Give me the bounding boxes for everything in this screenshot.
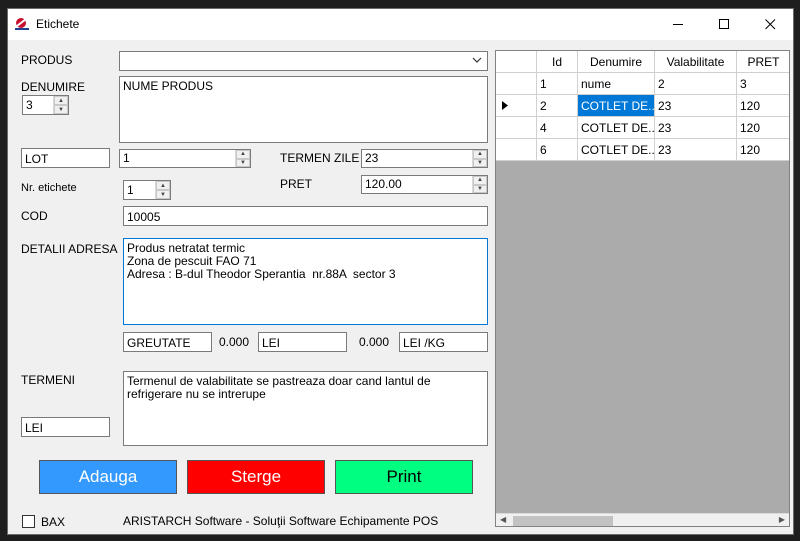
column-header-id[interactable]: Id [537, 51, 578, 73]
row-header[interactable] [496, 117, 537, 139]
lei-kg-box[interactable]: LEI /KG [399, 332, 488, 352]
table-row[interactable]: 4 COTLET DE... 23 120 [496, 117, 789, 139]
termen-zile-value: 23 [365, 151, 379, 165]
nr-etichete-stepper[interactable]: 1 ▲ ▼ [123, 180, 171, 200]
lei-box[interactable]: LEI [258, 332, 347, 352]
scroll-left-icon[interactable]: ◀ [500, 515, 506, 524]
cell-denumire[interactable]: COTLET DE... [578, 139, 655, 161]
spin-down-icon[interactable]: ▼ [54, 105, 68, 114]
column-header-pret[interactable]: PRET [737, 51, 789, 73]
credits-text: ARISTARCH Software - Soluţii Software Ec… [123, 514, 439, 528]
spin-up-icon[interactable]: ▲ [473, 150, 487, 159]
row-header-corner [496, 51, 537, 73]
cell-pret[interactable]: 120 [737, 95, 789, 117]
cell-denumire[interactable]: COTLET DE... [578, 117, 655, 139]
stepper-arrows: ▲ ▼ [472, 176, 487, 193]
row-header[interactable] [496, 95, 537, 117]
title-bar: Etichete [8, 9, 793, 40]
lot-value: 1 [123, 151, 130, 165]
minimize-button[interactable] [655, 9, 701, 40]
pret-label: PRET [280, 177, 313, 191]
denumire-label: DENUMIRE [21, 80, 86, 94]
cell-denumire[interactable]: nume [578, 73, 655, 95]
spin-up-icon[interactable]: ▲ [156, 181, 170, 190]
lot-stepper[interactable]: 1 ▲ ▼ [119, 149, 251, 168]
column-header-valabilitate[interactable]: Valabilitate [655, 51, 737, 73]
lei-value: 0.000 [358, 335, 389, 349]
print-button[interactable]: Print [335, 460, 473, 494]
spin-down-icon[interactable]: ▼ [236, 158, 250, 167]
termeni-label: TERMENI [21, 373, 75, 387]
window-title: Etichete [36, 17, 80, 31]
cell-valabilitate[interactable]: 23 [655, 139, 737, 161]
cell-pret[interactable]: 120 [737, 117, 789, 139]
row-header[interactable] [496, 73, 537, 95]
adauga-button[interactable]: Adauga [39, 460, 177, 494]
sterge-button[interactable]: Sterge [187, 460, 325, 494]
stepper-arrows: ▲ ▼ [53, 96, 68, 114]
denumire-count-stepper[interactable]: 3 ▲ ▼ [22, 95, 69, 115]
cell-valabilitate[interactable]: 2 [655, 73, 737, 95]
detalii-adresa-textarea[interactable]: Produs netratat termic Zona de pescuit F… [123, 238, 488, 325]
cell-id[interactable]: 1 [537, 73, 578, 95]
cell-valabilitate[interactable]: 23 [655, 95, 737, 117]
table-row[interactable]: 2 COTLET DE... 23 120 [496, 95, 789, 117]
close-icon [764, 19, 775, 30]
scroll-right-icon[interactable]: ▶ [779, 515, 785, 524]
stepper-arrows: ▲ ▼ [155, 181, 170, 199]
products-grid[interactable]: Id Denumire Valabilitate PRET 1 nume 2 3… [495, 50, 790, 527]
cell-pret[interactable]: 3 [737, 73, 789, 95]
scrollbar-thumb[interactable] [513, 516, 613, 526]
minimize-icon [672, 24, 683, 25]
table-row[interactable]: 1 nume 2 3 [496, 73, 789, 95]
denumire-count-value: 3 [26, 98, 33, 112]
bax-checkbox[interactable] [22, 515, 35, 528]
spin-down-icon[interactable]: ▼ [473, 184, 487, 193]
cell-pret[interactable]: 120 [737, 139, 789, 161]
termen-zile-stepper[interactable]: 23 ▲ ▼ [361, 149, 488, 168]
bax-label: BAX [41, 515, 66, 529]
greutate-value: 0.000 [218, 335, 249, 349]
grid-header-row: Id Denumire Valabilitate PRET [496, 51, 789, 73]
row-header[interactable] [496, 139, 537, 161]
maximize-icon [718, 19, 729, 29]
horizontal-scrollbar[interactable]: ◀ ▶ [496, 513, 789, 526]
stepper-arrows: ▲ ▼ [235, 150, 250, 167]
greutate-box[interactable]: GREUTATE [123, 332, 212, 352]
cell-valabilitate[interactable]: 23 [655, 117, 737, 139]
current-row-arrow-icon [502, 101, 508, 110]
chevron-down-icon [472, 57, 482, 63]
spin-up-icon[interactable]: ▲ [54, 96, 68, 105]
cell-id[interactable]: 2 [537, 95, 578, 117]
cell-denumire-selected[interactable]: COTLET DE... [578, 95, 655, 117]
spin-up-icon[interactable]: ▲ [473, 176, 487, 185]
pret-stepper[interactable]: 120.00 ▲ ▼ [361, 175, 488, 194]
denumire-textarea[interactable]: NUME PRODUS [119, 76, 488, 143]
cod-input[interactable]: 10005 [123, 206, 488, 226]
pret-value: 120.00 [365, 177, 402, 191]
table-row[interactable]: 6 COTLET DE... 23 120 [496, 139, 789, 161]
termeni-lei-box[interactable]: LEI [21, 417, 110, 437]
spin-up-icon[interactable]: ▲ [236, 150, 250, 159]
close-button[interactable] [747, 9, 793, 40]
aristarch-logo-icon [15, 18, 29, 30]
produs-combobox[interactable] [119, 51, 488, 71]
detalii-adresa-label: DETALII ADRESA [21, 242, 118, 256]
spin-down-icon[interactable]: ▼ [473, 158, 487, 167]
cell-id[interactable]: 4 [537, 117, 578, 139]
maximize-button[interactable] [701, 9, 747, 40]
lot-box[interactable]: LOT [21, 148, 110, 168]
cod-label: COD [21, 209, 48, 223]
nr-etichete-value: 1 [127, 183, 134, 197]
termen-zile-label: TERMEN ZILE [280, 151, 360, 165]
nr-etichete-label: Nr. etichete [21, 182, 77, 194]
etichete-window: Etichete PRODUS DENUMIRE 3 ▲ ▼ NUME PROD… [7, 8, 794, 535]
spin-down-icon[interactable]: ▼ [156, 190, 170, 199]
column-header-denumire[interactable]: Denumire [578, 51, 655, 73]
produs-label: PRODUS [21, 53, 73, 67]
cell-id[interactable]: 6 [537, 139, 578, 161]
termeni-textarea[interactable]: Termenul de valabilitate se pastreaza do… [123, 371, 488, 446]
stepper-arrows: ▲ ▼ [472, 150, 487, 167]
